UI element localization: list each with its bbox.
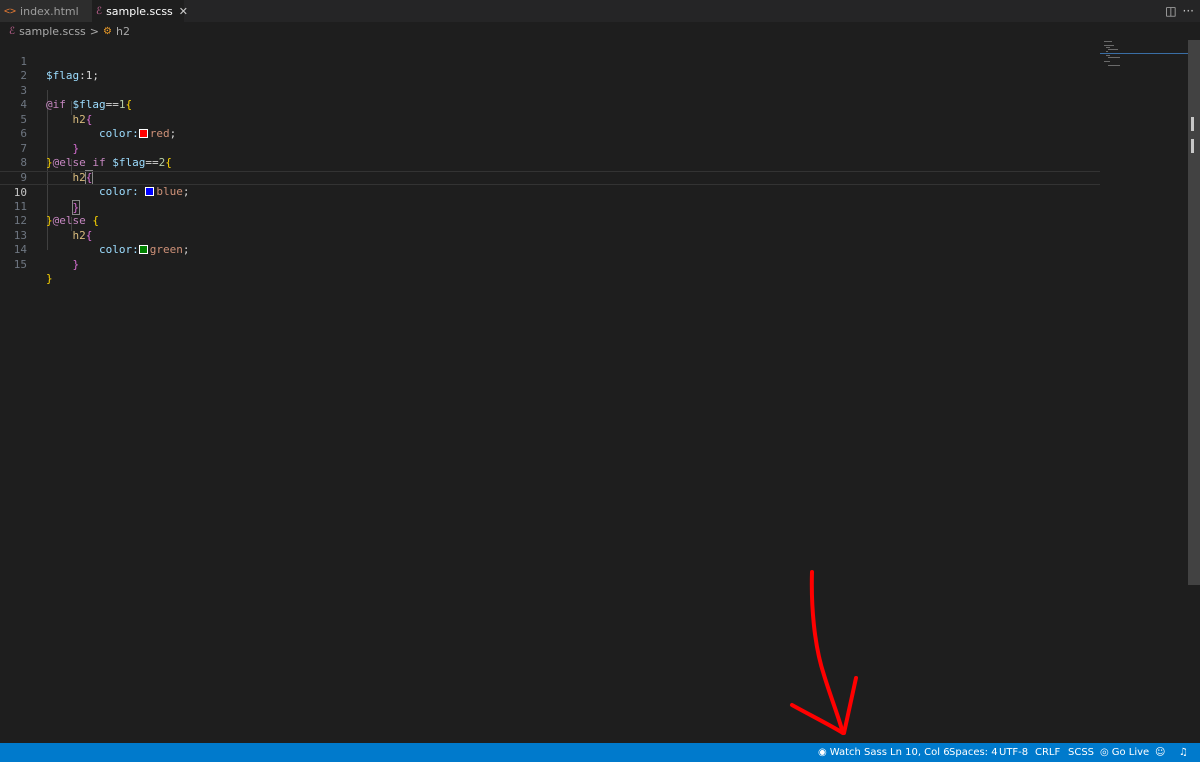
- tab-actions: ◫ ···: [1165, 2, 1194, 20]
- breadcrumb-symbol[interactable]: h2: [116, 25, 130, 38]
- breadcrumb-separator: >: [89, 24, 100, 38]
- symbol-class-icon: ⚙: [103, 25, 112, 37]
- code-line: 11 }@else {: [0, 185, 1100, 228]
- tab-sample-scss[interactable]: ℰ sample.scss ✕: [92, 0, 188, 22]
- code-line: 5 color: red;: [0, 98, 1100, 141]
- code-editor[interactable]: 1 $flag:1; 2 3 @if $flag==1{ 4 h2{ 5 col…: [0, 40, 1200, 743]
- encoding[interactable]: UTF-8: [999, 743, 1028, 762]
- cursor-position[interactable]: Ln 10, Col 6: [890, 743, 950, 762]
- line-ending[interactable]: CRLF: [1035, 743, 1060, 762]
- minimap-current-line: [1100, 53, 1188, 54]
- token-brace: }: [46, 272, 53, 285]
- sass-icon: ℰ: [96, 5, 103, 17]
- bell-icon[interactable]: ♫: [1179, 743, 1188, 762]
- more-actions-icon[interactable]: ···: [1183, 4, 1194, 18]
- code-line: 3 @if $flag==1{: [0, 69, 1100, 112]
- code-line-current: 10 }: [0, 170, 1100, 215]
- watch-sass-button[interactable]: ◉ Watch Sass: [818, 743, 887, 762]
- minimap[interactable]: [1100, 40, 1188, 80]
- line-number: 15: [13, 257, 27, 271]
- code-line: 13 color: green;: [0, 214, 1100, 257]
- code-line: 7 }@else if $flag==2{: [0, 127, 1100, 170]
- vertical-scrollbar[interactable]: [1188, 40, 1200, 585]
- sass-icon: ℰ: [9, 25, 16, 37]
- broadcast-icon: ◎: [1100, 747, 1109, 758]
- annotation-arrow: [790, 570, 858, 735]
- tab-label: sample.scss: [106, 4, 173, 18]
- eye-icon: ◉: [818, 747, 827, 758]
- watch-sass-label: Watch Sass: [829, 747, 887, 758]
- token-brace: }: [72, 257, 80, 271]
- code-line: 6 }: [0, 113, 1100, 155]
- status-bar: ◉ Watch Sass Ln 10, Col 6 Spaces: 4 UTF-…: [0, 743, 1200, 762]
- tab-label: index.html: [20, 4, 79, 18]
- feedback-icon[interactable]: ☺: [1155, 743, 1165, 762]
- breadcrumb-file[interactable]: sample.scss: [19, 25, 86, 38]
- code-line: 1 $flag:1;: [0, 40, 1100, 83]
- code-line: 9 color: blue;: [0, 156, 1100, 199]
- scrollbar-markers: [1191, 117, 1194, 153]
- code-line: 4 h2{: [0, 84, 1100, 126]
- tab-index-html[interactable]: <> index.html: [0, 0, 92, 22]
- code-line: 14 }: [0, 229, 1100, 271]
- html-brackets-icon: <>: [4, 5, 17, 17]
- code-line: 15 }: [0, 243, 1100, 286]
- code-line: 8 h2{: [0, 142, 1100, 185]
- code-line: 2: [0, 55, 1100, 82]
- breadcrumb: ℰ sample.scss > ⚙ h2: [0, 22, 1200, 40]
- code-line: 12 h2{: [0, 200, 1100, 242]
- split-editor-icon[interactable]: ◫: [1165, 4, 1176, 18]
- tab-bar: <> index.html ℰ sample.scss ✕ ◫ ···: [0, 0, 1200, 22]
- language-mode[interactable]: SCSS: [1068, 743, 1094, 762]
- indentation[interactable]: Spaces: 4: [949, 743, 998, 762]
- go-live-label: Go Live: [1111, 747, 1150, 758]
- close-icon[interactable]: ✕: [179, 5, 188, 18]
- go-live-button[interactable]: ◎ Go Live: [1100, 743, 1149, 762]
